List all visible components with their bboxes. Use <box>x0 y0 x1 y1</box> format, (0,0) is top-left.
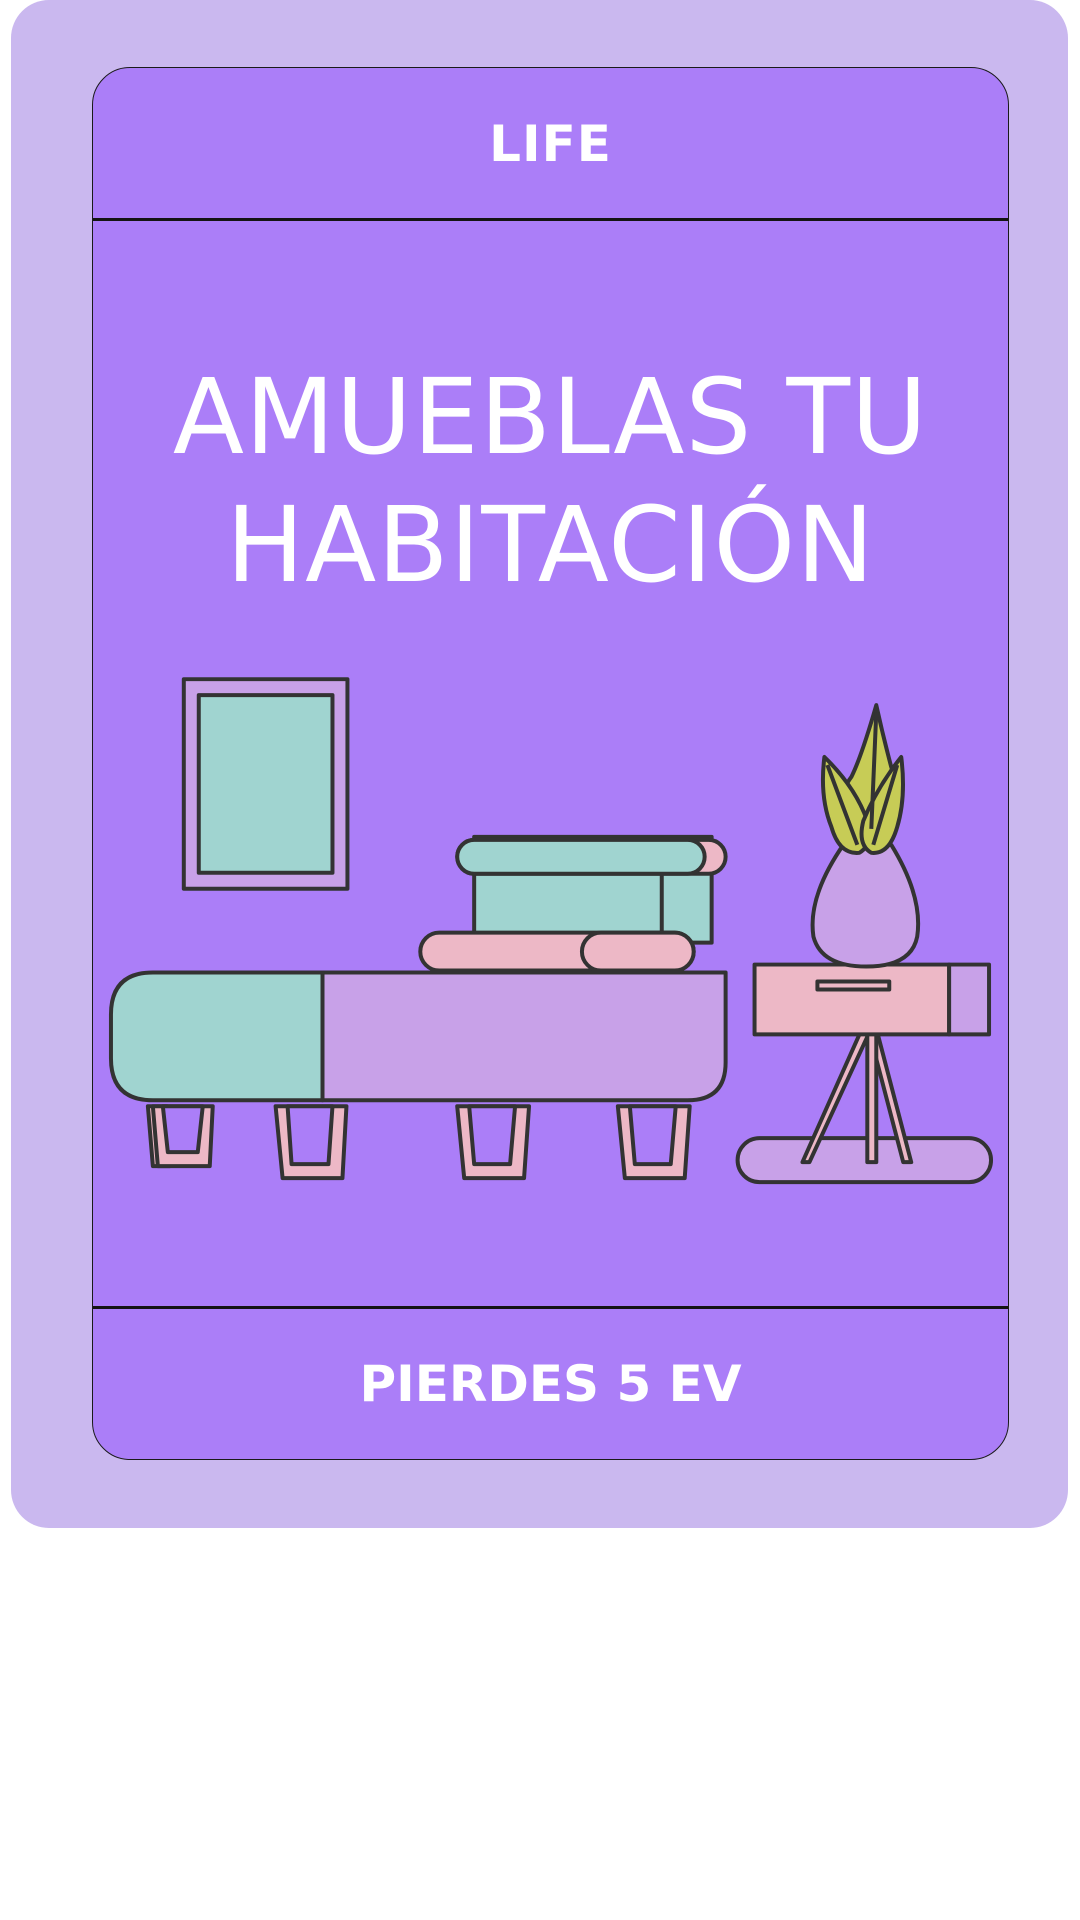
bench-icon <box>108 970 728 1103</box>
side-table-icon <box>752 962 992 1165</box>
bench-legs <box>145 1104 692 1181</box>
card-effect: PIERDES 5 EV <box>359 1355 742 1413</box>
picture-frame-icon <box>181 677 350 891</box>
card-frame: LIFE AMUEBLAS TU HABITACIÓN PIERDES 5 EV <box>11 0 1068 1528</box>
game-card[interactable]: LIFE AMUEBLAS TU HABITACIÓN PIERDES 5 EV <box>92 67 1009 1460</box>
rug-icon <box>735 1136 994 1185</box>
room-furniture-illustration <box>108 677 994 1185</box>
card-footer: PIERDES 5 EV <box>93 1309 1008 1459</box>
potted-plant-icon <box>810 703 921 969</box>
stacked-pillows-icon <box>418 834 728 973</box>
